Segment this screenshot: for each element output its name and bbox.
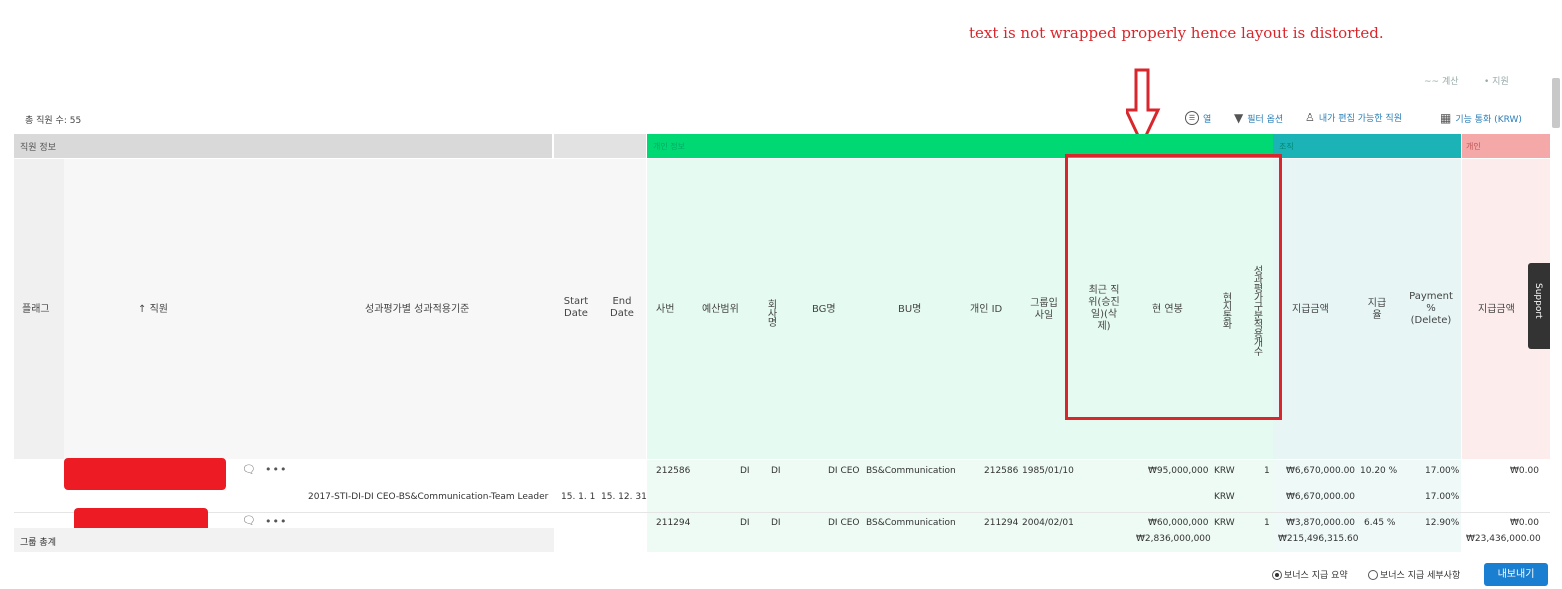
col-bg[interactable]: BG명: [812, 304, 836, 316]
group-employee-info: 직원 정보: [14, 134, 552, 158]
row1-pct: 17.00%: [1425, 466, 1460, 476]
col-criteria[interactable]: 성과평가별 성과적용기준: [365, 304, 469, 316]
top-link-calc[interactable]: ~~ 계산: [1424, 74, 1459, 87]
row1-amount: ₩6,670,000.00: [1286, 466, 1356, 476]
columns-icon: ☰: [1185, 111, 1199, 125]
col-individual-amount[interactable]: 지급금액: [1478, 304, 1515, 316]
row1-company: DI: [771, 466, 781, 476]
scrollbar[interactable]: [1552, 78, 1560, 128]
totals-bg: [14, 528, 554, 552]
col-personal-id[interactable]: 개인 ID: [970, 304, 1002, 316]
row2-personal-id: 211294: [984, 518, 1019, 528]
row2-rate: 6.45 %: [1364, 518, 1396, 528]
radio-unchecked-icon: [1368, 569, 1378, 580]
group-dates: [554, 134, 646, 158]
totals-label: 그룹 총계: [20, 538, 56, 548]
row2-sabun: 211294: [656, 518, 691, 528]
totals-ind-amount: ₩23,436,000.00: [1466, 534, 1541, 544]
row1-salary: ₩95,000,000: [1148, 466, 1209, 476]
totals-amount: ₩215,496,315.60: [1278, 534, 1359, 544]
col-flag[interactable]: 플래그: [22, 304, 50, 316]
row1-criteria-link[interactable]: 2017-STI-DI-DI CEO-BS&Communication-Team…: [308, 492, 548, 502]
row1-sabun: 212586: [656, 466, 691, 476]
export-button[interactable]: 내보내기: [1484, 563, 1548, 586]
row2-join-date: 2004/02/01: [1022, 518, 1074, 528]
top-link-support[interactable]: • 지원: [1484, 74, 1509, 87]
filter-icon: ▼: [1234, 111, 1244, 125]
row1-personal-id: 212586: [984, 466, 1019, 476]
more-icon[interactable]: •••: [265, 463, 287, 476]
col-employee[interactable]: ↑ 직원: [138, 304, 168, 316]
col-sabun[interactable]: 사번: [656, 304, 674, 316]
radio-detail[interactable]: 보너스 지급 세부사항: [1368, 568, 1460, 581]
annotation-text: text is not wrapped properly hence layou…: [969, 24, 1384, 42]
employee-count: 총 직원 수: 55: [25, 116, 82, 126]
person-edit-icon: ♙: [1305, 111, 1315, 124]
col-payment-rate[interactable]: 지급율: [1366, 298, 1388, 322]
radio-summary[interactable]: 보너스 지급 요약: [1272, 568, 1348, 581]
comment-icon-2[interactable]: 🗨: [242, 514, 256, 527]
row1-rate: 10.20 %: [1360, 466, 1398, 476]
row1-join-date: 1985/01/10: [1022, 466, 1074, 476]
row2-company: DI: [771, 518, 781, 528]
totals-salary: ₩2,836,000,000: [1136, 534, 1211, 544]
col-budget[interactable]: 예산범위: [702, 304, 739, 316]
col-payment-amount[interactable]: 지급금액: [1292, 304, 1329, 316]
row2-currency: KRW: [1214, 518, 1235, 528]
row1-bg: DI CEO: [828, 466, 860, 476]
grid-icon: ▦: [1440, 111, 1452, 125]
row-divider: [14, 512, 1550, 513]
row1-detail-amount: ₩6,670,000.00: [1286, 492, 1356, 502]
col-payment-pct[interactable]: Payment % (Delete): [1406, 291, 1456, 327]
group-individual: 개인: [1462, 134, 1550, 158]
row1-detail-pct: 17.00%: [1425, 492, 1460, 502]
more-icon-2[interactable]: •••: [265, 515, 287, 528]
row2-count: 1: [1264, 518, 1270, 528]
col-start-date[interactable]: Start Date: [562, 296, 590, 320]
row2-amount: ₩3,870,000.00: [1286, 518, 1356, 528]
annotation-highlight-box: [1065, 154, 1282, 420]
row2-pct: 12.90%: [1425, 518, 1460, 528]
col-bu[interactable]: BU명: [898, 304, 921, 316]
comment-icon[interactable]: 🗨: [242, 463, 256, 476]
row2-bg: DI CEO: [828, 518, 860, 528]
group-org: 조직: [1273, 134, 1461, 158]
col-company[interactable]: 회사명: [764, 290, 776, 334]
redacted-name: [64, 458, 226, 490]
row2-ind-amount: ₩0.00: [1510, 518, 1539, 528]
filter-button[interactable]: ▼ 필터 옵션: [1234, 111, 1283, 125]
support-tab[interactable]: Support: [1528, 263, 1550, 349]
col-group-join[interactable]: 그룹입사일: [1030, 298, 1058, 322]
editable-employees-button[interactable]: ♙ 내가 편집 가능한 직원: [1305, 111, 1402, 124]
radio-checked-icon: [1272, 569, 1282, 580]
columns-button[interactable]: ☰ 열: [1185, 111, 1211, 125]
row1-count: 1: [1264, 466, 1270, 476]
row1-ind-amount: ₩0.00: [1510, 466, 1539, 476]
row1-bu: BS&Communication: [866, 466, 956, 476]
currency-button[interactable]: ▦ 기능 통화 (KRW): [1440, 111, 1522, 125]
row1-start-date: 15. 1. 1: [561, 492, 596, 502]
col-end-date[interactable]: End Date: [607, 296, 637, 320]
row2-salary: ₩60,000,000: [1148, 518, 1209, 528]
row1-end-date: 15. 12. 31: [601, 492, 647, 502]
row1-detail-currency: KRW: [1214, 492, 1235, 502]
row1-budget: DI: [740, 466, 750, 476]
row1-currency: KRW: [1214, 466, 1235, 476]
row2-bu: BS&Communication: [866, 518, 956, 528]
row2-budget: DI: [740, 518, 750, 528]
sort-asc-icon: ↑: [138, 304, 147, 315]
